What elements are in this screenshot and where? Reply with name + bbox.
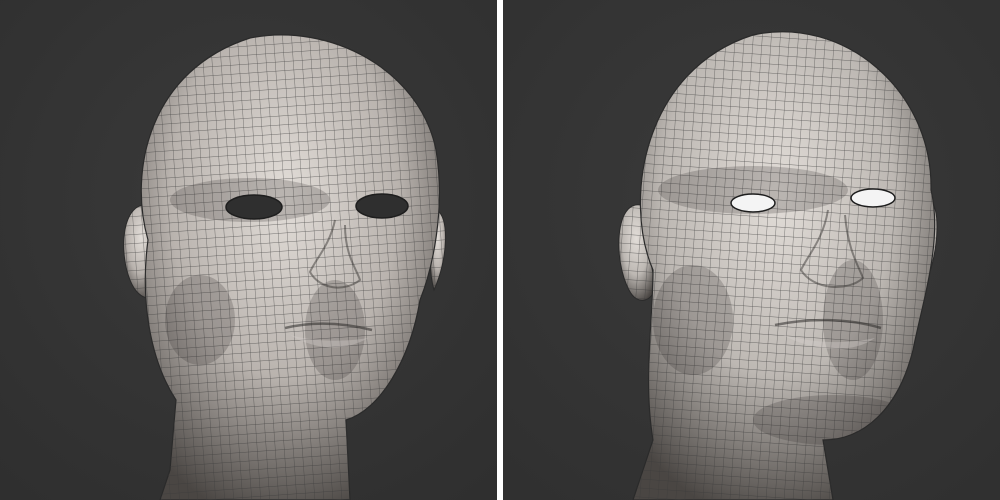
left-panel — [0, 0, 497, 500]
eye — [355, 193, 409, 219]
right-panel — [503, 0, 1000, 500]
eye — [850, 188, 896, 208]
eye — [730, 193, 776, 213]
comparison-image — [0, 0, 1000, 500]
female-head-render — [0, 0, 497, 500]
male-head-render — [503, 0, 1000, 500]
eye — [225, 194, 283, 220]
